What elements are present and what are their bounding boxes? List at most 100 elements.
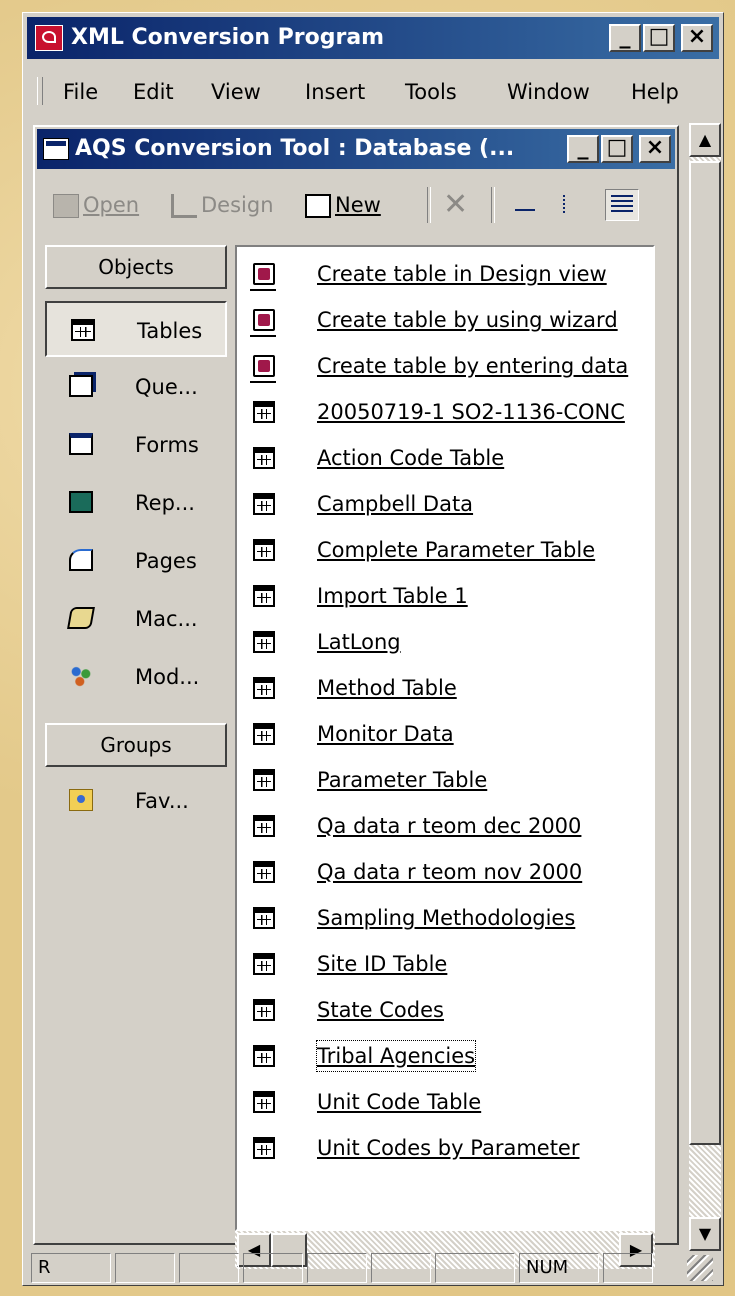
groups-item-favorites[interactable]: Fav... (45, 773, 227, 829)
list-item[interactable]: Site ID Table (245, 947, 645, 983)
table-icon (253, 999, 275, 1021)
list-item[interactable]: Sampling Methodologies (245, 901, 645, 937)
objects-item-label: Tables (137, 319, 203, 343)
objects-item-modules[interactable]: Mod... (45, 649, 227, 705)
page-icon (69, 549, 93, 571)
wizard-icon (250, 355, 276, 383)
list-item-label: Parameter Table (317, 768, 488, 792)
list-item[interactable]: Unit Codes by Parameter (245, 1131, 645, 1167)
table-icon (253, 907, 275, 929)
resize-grip-icon[interactable] (687, 1255, 713, 1281)
delete-button[interactable]: ✕ (443, 185, 468, 225)
list-item-label: LatLong (317, 630, 401, 654)
db-minimize-button[interactable]: _ (567, 135, 599, 163)
vertical-scroll-thumb[interactable] (689, 161, 721, 1145)
list-item[interactable]: Parameter Table (245, 763, 645, 799)
list-item[interactable]: Tribal Agencies (245, 1039, 645, 1075)
objects-item-tables[interactable]: Tables (45, 301, 227, 357)
list-item-label: Import Table 1 (317, 584, 468, 608)
list-view-button[interactable] (605, 189, 639, 221)
list-item[interactable]: State Codes (245, 993, 645, 1029)
status-num: NUM (519, 1253, 599, 1283)
design-button[interactable]: Design (171, 185, 274, 225)
objects-item-macros[interactable]: Mac... (45, 591, 227, 647)
menu-file[interactable]: File (63, 79, 98, 105)
menu-insert[interactable]: Insert (305, 79, 365, 105)
list-item[interactable]: Create table in Design view (245, 257, 645, 293)
new-label: New (335, 193, 381, 217)
table-icon (253, 493, 275, 515)
objects-item-queries[interactable]: Que... (45, 359, 227, 415)
macro-icon (67, 607, 95, 629)
list-item-label: Sampling Methodologies (317, 906, 576, 930)
status-cell (115, 1253, 175, 1283)
status-text: R (31, 1253, 111, 1283)
menu-view[interactable]: View (211, 79, 261, 105)
table-icon (71, 319, 95, 341)
list-item[interactable]: Action Code Table (245, 441, 645, 477)
toolbar-separator (427, 187, 431, 223)
db-close-button[interactable]: × (639, 135, 671, 163)
objects-item-label: Pages (135, 549, 197, 573)
list-item[interactable]: Unit Code Table (245, 1085, 645, 1121)
list-item[interactable]: Monitor Data (245, 717, 645, 753)
list-item-label: Create table by entering data (317, 354, 629, 378)
table-icon (253, 1045, 275, 1067)
objects-item-label: Mac... (135, 607, 198, 631)
list-item[interactable]: Create table by using wizard (245, 303, 645, 339)
database-title-bar[interactable]: AQS Conversion Tool : Database (... _ □ … (37, 129, 675, 169)
scroll-down-button[interactable]: ▼ (689, 1217, 721, 1251)
list-item[interactable]: Qa data r teom dec 2000 (245, 809, 645, 845)
menu-edit[interactable]: Edit (133, 79, 174, 105)
maximize-button[interactable]: □ (643, 24, 675, 52)
list-view-icon (611, 195, 633, 215)
menu-help[interactable]: Help (631, 79, 679, 105)
list-item-label: 20050719-1 SO2-1136-CONC (317, 400, 625, 424)
objects-bar: Objects Tables Que... Forms Rep... Pages (45, 245, 227, 1231)
large-icons-view-button[interactable] (509, 189, 543, 221)
objects-header[interactable]: Objects (45, 245, 227, 289)
menu-window[interactable]: Window (507, 79, 590, 105)
app-title-bar[interactable]: XML Conversion Program _ □ × (27, 17, 719, 59)
close-button[interactable]: × (681, 24, 713, 52)
scroll-up-button[interactable]: ▲ (689, 123, 721, 157)
open-button[interactable]: Open (53, 185, 139, 225)
list-item[interactable]: Campbell Data (245, 487, 645, 523)
list-item-label: Unit Code Table (317, 1090, 482, 1114)
status-cell (179, 1253, 239, 1283)
table-icon (253, 677, 275, 699)
list-item-label: Site ID Table (317, 952, 448, 976)
objects-item-pages[interactable]: Pages (45, 533, 227, 589)
database-toolbar: Open Design New ✕ (45, 177, 669, 233)
objects-item-reports[interactable]: Rep... (45, 475, 227, 531)
groups-header[interactable]: Groups (45, 723, 227, 767)
list-item[interactable]: Method Table (245, 671, 645, 707)
minimize-button[interactable]: _ (609, 24, 641, 52)
menu-grip[interactable] (37, 77, 43, 105)
app-title: XML Conversion Program (71, 25, 385, 50)
list-item-label: Campbell Data (317, 492, 474, 516)
list-item[interactable]: Qa data r teom nov 2000 (245, 855, 645, 891)
arrow-down-icon: ▼ (698, 1224, 712, 1243)
list-item-label: Unit Codes by Parameter (317, 1136, 580, 1160)
objects-item-forms[interactable]: Forms (45, 417, 227, 473)
list-item-label: Monitor Data (317, 722, 454, 746)
database-window-icon[interactable] (43, 138, 69, 160)
status-bar: R NUM (29, 1251, 717, 1283)
toolbar-separator (491, 187, 495, 223)
db-maximize-button[interactable]: □ (601, 135, 633, 163)
access-key-icon[interactable] (35, 25, 63, 51)
menu-tools[interactable]: Tools (405, 79, 457, 105)
table-icon (253, 723, 275, 745)
list-item[interactable]: LatLong (245, 625, 645, 661)
list-item[interactable]: Complete Parameter Table (245, 533, 645, 569)
new-button[interactable]: New (305, 185, 381, 225)
list-item[interactable]: Create table by entering data (245, 349, 645, 385)
list-item[interactable]: 20050719-1 SO2-1136-CONC (245, 395, 645, 431)
list-item[interactable]: Import Table 1 (245, 579, 645, 615)
wizard-icon (250, 309, 276, 337)
favorites-folder-icon (69, 789, 93, 811)
object-list: Create table in Design view Create table… (235, 245, 655, 1231)
vertical-scrollbar[interactable]: ▲ ▼ (689, 123, 721, 1251)
small-icons-view-button[interactable] (557, 189, 591, 221)
